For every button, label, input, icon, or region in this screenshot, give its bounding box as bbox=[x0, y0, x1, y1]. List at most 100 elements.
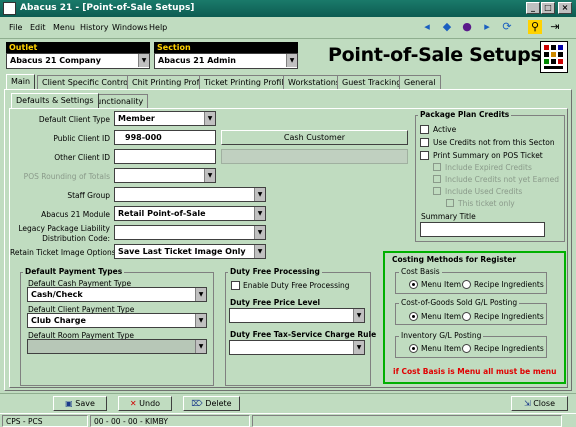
menu-history[interactable]: History bbox=[80, 23, 108, 32]
cash-payment-select[interactable]: Cash/Check ▼ bbox=[27, 287, 207, 302]
minimize-button[interactable]: _ bbox=[526, 2, 540, 14]
tab-general[interactable]: General bbox=[399, 75, 441, 89]
module-label: Abacus 21 Module bbox=[41, 210, 110, 219]
chevron-down-icon: ▼ bbox=[353, 341, 364, 354]
section-select[interactable]: Abacus 21 Admin ▼ bbox=[154, 53, 298, 69]
maximize-button[interactable]: □ bbox=[541, 2, 555, 14]
logo-icon bbox=[540, 41, 568, 73]
undo-label: Undo bbox=[139, 399, 161, 408]
client-payment-select[interactable]: Club Charge ▼ bbox=[27, 313, 207, 328]
tab-defaults-settings[interactable]: Defaults & Settings bbox=[11, 93, 99, 108]
exit-icon[interactable]: ⇥ bbox=[548, 20, 562, 34]
save-button[interactable]: ▣ Save bbox=[53, 396, 107, 411]
public-client-id-input[interactable]: 998-000 bbox=[114, 130, 216, 145]
save-icon: ▣ bbox=[65, 399, 73, 408]
staff-group-select[interactable]: ▼ bbox=[114, 187, 266, 202]
delete-label: Delete bbox=[205, 399, 232, 408]
print-summary-checkbox[interactable] bbox=[420, 151, 429, 160]
duty-free-price-level-select[interactable]: ▼ bbox=[229, 308, 365, 323]
cogs-menu-item-radio[interactable] bbox=[409, 312, 418, 321]
outlet-label: Outlet bbox=[6, 42, 150, 53]
cost-basis-recipe-radio[interactable] bbox=[462, 280, 471, 289]
duty-free-tax-rule-select[interactable]: ▼ bbox=[229, 340, 365, 355]
cogs-recipe-label: Recipe Ingredients bbox=[474, 312, 544, 321]
menu-menu[interactable]: Menu bbox=[53, 23, 75, 32]
previous-record-icon[interactable]: ◆ bbox=[440, 20, 454, 34]
status-middle: 00 - 00 - 00 - KIMBY bbox=[90, 415, 250, 427]
legacy-package-label-1: Legacy Package Liability bbox=[18, 224, 110, 233]
close-button[interactable]: ⇲ Close bbox=[511, 396, 568, 411]
window-title: Abacus 21 - [Point-of-Sale Setups] bbox=[20, 3, 195, 13]
menu-edit[interactable]: Edit bbox=[30, 23, 46, 32]
use-credits-checkbox[interactable] bbox=[420, 138, 429, 147]
active-checkbox[interactable] bbox=[420, 125, 429, 134]
cost-basis-title: Cost Basis bbox=[399, 267, 442, 276]
menu-windows[interactable]: Windows bbox=[112, 23, 148, 32]
first-record-icon[interactable]: ◂ bbox=[420, 20, 434, 34]
include-expired-label: Include Expired Credits bbox=[445, 163, 532, 172]
include-expired-checkbox[interactable] bbox=[433, 163, 441, 171]
room-payment-select[interactable]: ▼ bbox=[27, 339, 207, 354]
duty-free-price-level-label: Duty Free Price Level bbox=[230, 298, 321, 307]
delete-button[interactable]: ⌦ Delete bbox=[183, 396, 240, 411]
chevron-down-icon: ▼ bbox=[195, 314, 206, 327]
enable-duty-free-checkbox[interactable] bbox=[231, 281, 240, 290]
pos-rounding-select[interactable]: ▼ bbox=[114, 168, 216, 183]
tab-client-specific-controls[interactable]: Client Specific Controls bbox=[37, 75, 140, 89]
menu-file[interactable]: File bbox=[9, 23, 22, 32]
undo-icon: ✕ bbox=[129, 399, 137, 408]
default-client-type-value: Member bbox=[118, 114, 155, 123]
module-select[interactable]: Retail Point-of-Sale ▼ bbox=[114, 206, 266, 221]
this-ticket-only-label: This ticket only bbox=[458, 199, 515, 208]
client-payment-value: Club Charge bbox=[31, 316, 86, 325]
public-client-name-button[interactable]: Cash Customer bbox=[221, 130, 408, 145]
tab-workstations[interactable]: Workstations bbox=[283, 75, 345, 89]
staff-group-label: Staff Group bbox=[67, 191, 110, 200]
enable-duty-free-label: Enable Duty Free Processing bbox=[243, 281, 350, 290]
save-label: Save bbox=[75, 399, 95, 408]
cost-basis-menu-item-radio[interactable] bbox=[409, 280, 418, 289]
retain-ticket-value: Save Last Ticket Image Only bbox=[118, 247, 246, 256]
retain-ticket-label: Retain Ticket Image Options bbox=[10, 248, 116, 257]
include-used-label: Include Used Credits bbox=[445, 187, 523, 196]
refresh-icon[interactable]: ⟳ bbox=[500, 20, 514, 34]
cost-basis-menu-item-label: Menu Item bbox=[421, 280, 462, 289]
include-used-checkbox[interactable] bbox=[433, 187, 441, 195]
section-label: Section bbox=[154, 42, 298, 53]
chevron-down-icon: ▼ bbox=[204, 112, 215, 125]
undo-button[interactable]: ✕ Undo bbox=[118, 396, 172, 411]
tab-guest-tracking[interactable]: Guest Tracking bbox=[337, 75, 407, 89]
close-window-button[interactable]: × bbox=[558, 2, 572, 14]
title-bar: Abacus 21 - [Point-of-Sale Setups] _ □ × bbox=[0, 0, 576, 17]
legacy-package-label-2: Distribution Code: bbox=[42, 234, 110, 243]
other-client-id-label: Other Client ID bbox=[54, 153, 110, 162]
inventory-recipe-label: Recipe Ingredients bbox=[474, 344, 544, 353]
chevron-down-icon: ▼ bbox=[204, 169, 215, 182]
outlet-select[interactable]: Abacus 21 Company ▼ bbox=[6, 53, 150, 69]
status-bar: CPS - PCS 00 - 00 - 00 - KIMBY bbox=[0, 413, 576, 427]
summary-title-input[interactable] bbox=[420, 222, 545, 237]
retain-ticket-select[interactable]: Save Last Ticket Image Only ▼ bbox=[114, 244, 266, 259]
module-value: Retail Point-of-Sale bbox=[118, 209, 206, 218]
include-not-earned-checkbox[interactable] bbox=[433, 175, 441, 183]
chevron-down-icon: ▼ bbox=[254, 226, 265, 239]
last-record-icon[interactable]: ▸ bbox=[480, 20, 494, 34]
next-record-icon[interactable]: ● bbox=[460, 20, 474, 34]
cogs-recipe-radio[interactable] bbox=[462, 312, 471, 321]
this-ticket-only-checkbox[interactable] bbox=[446, 199, 454, 207]
button-bar: ▣ Save ✕ Undo ⌦ Delete ⇲ Close bbox=[0, 393, 576, 413]
inventory-menu-item-radio[interactable] bbox=[409, 344, 418, 353]
inventory-recipe-radio[interactable] bbox=[462, 344, 471, 353]
close-label: Close bbox=[533, 399, 556, 408]
chevron-down-icon: ▼ bbox=[195, 288, 206, 301]
tab-main[interactable]: Main bbox=[6, 74, 36, 89]
duty-free-tax-rule-label: Duty Free Tax-Service Charge Rule bbox=[230, 330, 377, 339]
user-icon[interactable]: ⚲ bbox=[528, 20, 542, 34]
cash-payment-value: Cash/Check bbox=[31, 290, 83, 299]
print-summary-label: Print Summary on POS Ticket bbox=[433, 151, 543, 160]
chevron-down-icon: ▼ bbox=[286, 54, 297, 67]
legacy-package-select[interactable]: ▼ bbox=[114, 225, 266, 240]
menu-help[interactable]: Help bbox=[149, 23, 167, 32]
default-client-type-select[interactable]: Member ▼ bbox=[114, 111, 216, 126]
other-client-id-input[interactable] bbox=[114, 149, 216, 164]
